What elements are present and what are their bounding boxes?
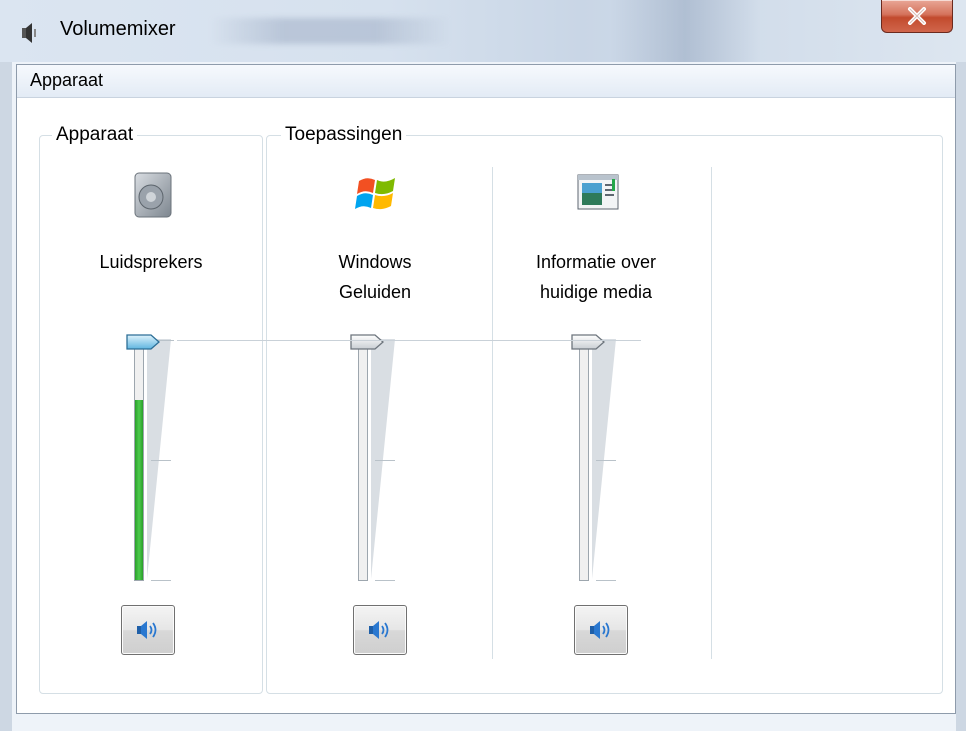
mixer-client-area: Apparaat Apparaat Toepassingen Luidsprek…	[16, 64, 956, 714]
applications-group-label: Toepassingen	[281, 123, 407, 147]
volume-scale-wedge	[371, 339, 401, 587]
volume-slider-thumb[interactable]	[125, 333, 163, 351]
channel-label: Luidsprekers	[99, 252, 203, 272]
channel-label: Windows Geluiden	[338, 252, 412, 302]
media-info-icon	[577, 174, 619, 210]
menu-bar: Apparaat	[17, 65, 955, 98]
windows-logo-icon	[355, 178, 395, 210]
scale-tick	[151, 580, 171, 581]
speaker-icon	[22, 23, 36, 43]
volume-slider-track[interactable]	[134, 339, 144, 581]
volume-slider-thumb[interactable]	[349, 333, 387, 351]
volume-slider-track[interactable]	[358, 339, 368, 581]
mute-button[interactable]	[574, 605, 628, 655]
volume-level-line	[177, 340, 641, 341]
close-button[interactable]	[881, 0, 953, 33]
background-blur	[210, 18, 450, 44]
speaker-volume-icon	[590, 621, 610, 639]
title-bar[interactable]: Volumemixer	[0, 0, 966, 62]
channel-divider	[711, 167, 712, 659]
scale-tick	[151, 460, 171, 461]
mute-button[interactable]	[353, 605, 407, 655]
window-title: Volumemixer	[60, 18, 176, 40]
volume-scale-wedge	[147, 339, 177, 587]
speaker-volume-icon	[137, 621, 157, 639]
peak-meter	[135, 400, 143, 580]
mute-button[interactable]	[121, 605, 175, 655]
speaker-volume-icon	[369, 621, 389, 639]
channel-windows-geluiden: Windows Geluiden	[265, 171, 485, 671]
scale-tick	[375, 580, 395, 581]
scale-tick	[596, 460, 616, 461]
volume-slider-thumb[interactable]	[570, 333, 608, 351]
volume-slider-track[interactable]	[579, 339, 589, 581]
speakers-device-icon	[134, 172, 172, 218]
channel-media-info: Informatie over huidige media	[486, 171, 706, 671]
channel-label: Informatie over huidige media	[535, 252, 657, 302]
channel-luidsprekers: Luidsprekers	[41, 171, 261, 671]
device-group-label: Apparaat	[52, 123, 138, 147]
scale-tick	[596, 580, 616, 581]
menu-item-apparaat[interactable]: Apparaat	[30, 70, 103, 91]
scale-tick	[375, 460, 395, 461]
background-shade	[610, 0, 760, 62]
close-icon	[908, 7, 926, 25]
volume-scale-wedge	[592, 339, 622, 587]
